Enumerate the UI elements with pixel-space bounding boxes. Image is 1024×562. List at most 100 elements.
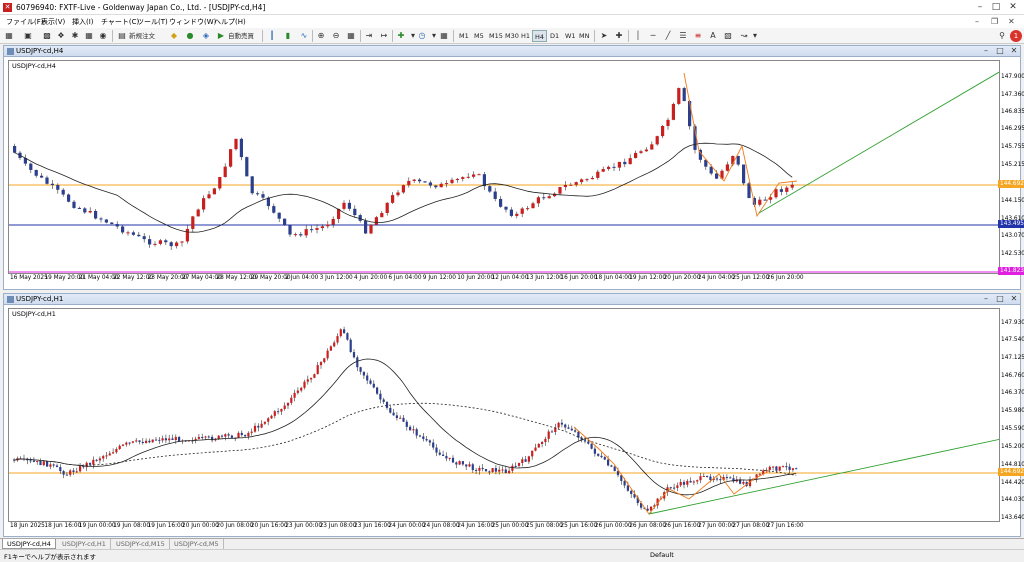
chart-window-h1[interactable]: USDJPY-cd,H1 – □ ✕ USDJPY-cd,H1 147.930 1… [3,293,1024,537]
zoom-out-icon[interactable]: ⊖ [330,30,342,42]
notification-icon[interactable]: 1 [1010,30,1022,42]
window-minimize-icon[interactable]: – [981,294,991,304]
tab-usdjpy-m15[interactable]: USDJPY-cd,M15 [112,539,170,549]
autoscroll-icon[interactable]: ⇥ [363,30,375,42]
candle [185,225,189,244]
candle [425,436,428,442]
chart-shift-icon[interactable]: ↦ [378,30,390,42]
menu-insert[interactable]: 挿入(I) [72,17,94,27]
tf-m5[interactable]: M5 [472,30,486,42]
zoom-in-icon[interactable]: ⊕ [315,30,327,42]
minimize-icon[interactable]: – [974,2,986,13]
time-label: 25 Jun 12:00 [732,275,770,281]
candle [790,181,794,190]
time-axis[interactable]: 18 Jun 2025 18 Jun 16:00 19 Jun 00:00 19 Ju… [8,523,1000,533]
price-axis[interactable]: 147.900 147.360 146.835 146.295 145.755 145.2… [998,60,1024,275]
candle [59,464,62,474]
candle [557,421,560,430]
periods-icon[interactable]: ◷ [416,30,428,42]
channel-icon[interactable]: ☰ [677,30,689,42]
menu-tools[interactable]: ツール(T) [137,17,168,27]
trendline-icon[interactable]: ╱ [662,30,674,42]
navigator-icon[interactable]: ✱ [69,30,81,42]
tf-d1[interactable]: D1 [548,30,561,42]
candlestick-icon[interactable]: ▮ [282,30,294,42]
tester-icon[interactable]: ◉ [97,30,109,42]
tf-w1[interactable]: W1 [563,30,578,42]
cursor-icon[interactable]: ➤ [598,30,610,42]
close-icon[interactable]: ✕ [1007,2,1019,13]
price-chart[interactable]: USDJPY-cd,H1 [8,308,1000,522]
crosshair-icon[interactable]: ✚ [613,30,625,42]
profiles-icon[interactable]: ▣ [22,30,34,42]
candle [536,195,540,208]
candle [303,379,306,390]
tab-usdjpy-m5[interactable]: USDJPY-cd,M5 [170,539,224,549]
tile-windows-icon[interactable]: ▦ [345,30,357,42]
tab-usdjpy-h1[interactable]: USDJPY-cd,H1 [58,539,111,549]
candle [220,434,224,439]
new-order-button[interactable]: 新規注文 [129,30,165,42]
child-minimize-icon[interactable]: – [975,17,979,26]
candle [725,474,728,481]
time-label: 16 Jun 20:00 [560,275,598,281]
account-icon[interactable]: ● [184,30,196,42]
candle [329,345,332,351]
menu-file[interactable]: ファイル(F) [6,17,44,27]
bar-chart-icon[interactable]: ┃ [266,30,278,42]
status-profile: Default [650,551,674,559]
terminal-icon[interactable]: ▦ [83,30,95,42]
child-restore-icon[interactable]: ❐ [991,17,998,26]
candle [517,462,521,468]
search-icon[interactable]: ⚲ [996,30,1008,42]
candle [342,200,346,211]
window-maximize-icon[interactable]: □ [995,46,1005,56]
line-chart-icon[interactable]: ∿ [298,30,310,42]
fibonacci-icon[interactable]: ≡ [692,30,704,42]
window-maximize-icon[interactable]: □ [995,294,1005,304]
arrows-dropdown-icon[interactable]: ▾ [749,30,761,42]
menu-view[interactable]: 表示(V) [41,17,65,27]
candle [435,444,438,457]
indicators-icon[interactable]: ✚ [395,30,407,42]
tf-h1[interactable]: H1 [519,30,532,42]
candle [261,191,265,200]
candle [537,443,540,448]
horizontal-line-icon[interactable]: ─ [647,30,659,42]
chart-window-h4[interactable]: USDJPY-cd,H4 – □ ✕ USDJPY-cd,H4 147.900 1… [3,45,1024,290]
window-minimize-icon[interactable]: – [981,46,991,56]
candle [108,451,111,456]
label-icon[interactable]: ▧ [722,30,734,42]
new-chart-icon[interactable]: ▦ [3,30,15,42]
price-chart[interactable]: USDJPY-cd,H4 [8,60,1000,274]
metaeditor-icon[interactable]: ◆ [168,30,180,42]
templates-icon[interactable]: ▦ [438,30,450,42]
candle [439,182,443,188]
price-label: 146.370 [1001,390,1024,396]
maximize-icon[interactable]: □ [990,2,1002,13]
window-close-icon[interactable]: ✕ [1009,46,1019,56]
child-close-icon[interactable]: ✕ [1008,17,1015,26]
vertical-line-icon[interactable]: │ [632,30,644,42]
candle [300,386,303,393]
tf-m1[interactable]: M1 [457,30,471,42]
candle [795,467,798,470]
menu-window[interactable]: ウィンドウ(W) [169,17,216,27]
time-axis[interactable]: 16 May 2025 19 May 20:00 21 May 04:00 22 Ma… [8,275,1000,285]
candle [237,431,240,439]
window-close-icon[interactable]: ✕ [1009,294,1019,304]
trendline-green [648,438,999,515]
menu-help[interactable]: ヘルプ(H) [214,17,246,27]
tf-h4[interactable]: H4 [532,30,548,42]
time-label: 18 Jun 04:00 [594,275,632,281]
tf-mn[interactable]: MN [577,30,591,42]
tab-usdjpy-h4[interactable]: USDJPY-cd,H4 [2,539,56,549]
candle [263,421,266,426]
signals-icon[interactable]: ◈ [200,30,212,42]
data-window-icon[interactable]: ❖ [55,30,67,42]
text-tool[interactable]: A [707,30,719,42]
market-watch-icon[interactable]: ▩ [41,30,53,42]
auto-trade-button[interactable]: 自動売買 [228,30,258,42]
price-axis[interactable]: 147.930 147.540 147.125 146.760 146.370 145.9… [998,308,1024,522]
menu-chart[interactable]: チャート(C) [101,17,139,27]
